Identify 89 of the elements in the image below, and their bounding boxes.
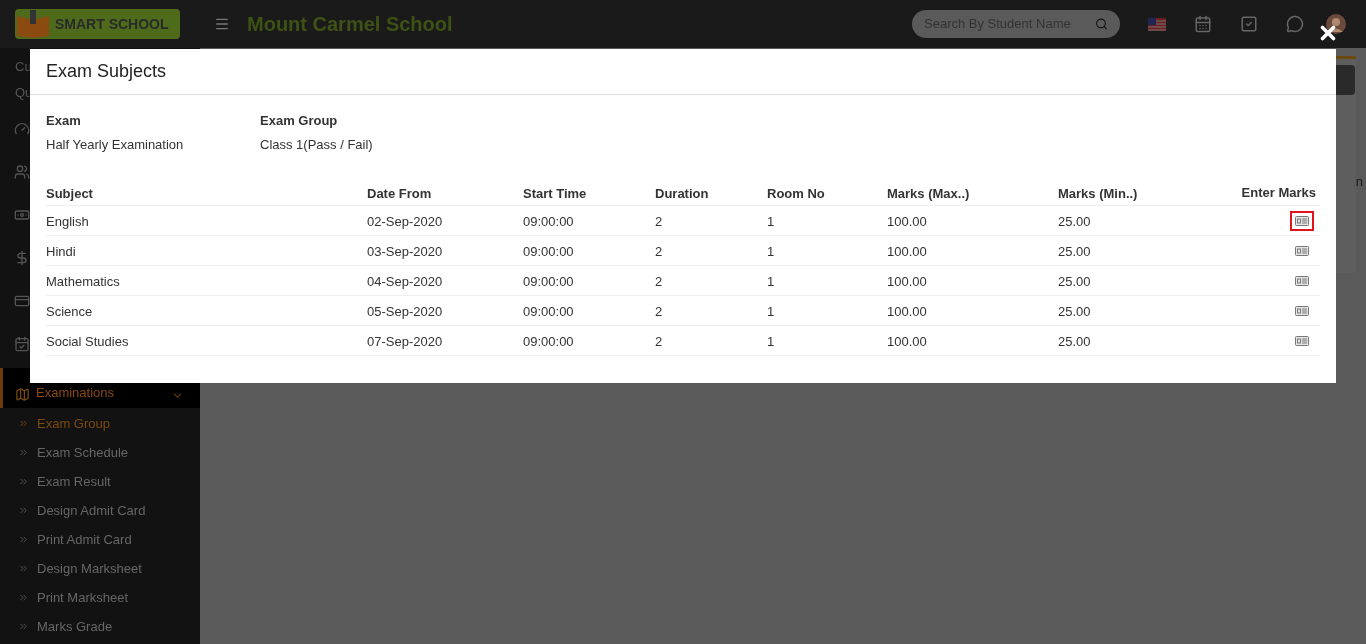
table-cell: 25.00 — [1058, 243, 1091, 259]
search-icon[interactable] — [1095, 17, 1108, 31]
column-header: Subject — [46, 185, 93, 201]
sidebar-item[interactable]: Print Marksheet — [0, 583, 200, 612]
table-cell: 25.00 — [1058, 273, 1091, 289]
checkbox-icon[interactable] — [1240, 15, 1258, 33]
info-value: Half Yearly Examination — [46, 135, 185, 154]
avatar[interactable] — [1326, 14, 1346, 34]
table-cell: 2 — [655, 213, 663, 229]
table-cell: 100.00 — [887, 213, 927, 229]
info-label: Exam — [46, 112, 82, 130]
sidebar-item[interactable]: Design Admit Card — [0, 496, 200, 525]
column-header: Enter Marks — [1241, 183, 1316, 202]
double-chevron-icon — [18, 505, 29, 516]
sidebar-item[interactable]: Exam Schedule — [0, 438, 200, 467]
school-name: Mount Carmel School — [247, 12, 453, 37]
column-header: Marks (Min..) — [1058, 185, 1138, 201]
sidebar-item[interactable]: Exam Group — [0, 409, 200, 438]
sidebar-item[interactable]: Marks Grade — [0, 612, 200, 641]
map-icon — [15, 387, 30, 402]
table-cell: 100.00 — [887, 243, 927, 259]
column-header: Date From — [367, 185, 432, 201]
info-label: Exam Group — [260, 112, 339, 130]
sidebar-item[interactable]: Print Admit Card — [0, 525, 200, 554]
sidebar-icon[interactable] — [14, 293, 30, 309]
sidebar-icon[interactable] — [14, 207, 30, 223]
double-chevron-icon — [18, 418, 29, 429]
book-icon — [15, 10, 51, 38]
table-cell: 1 — [767, 213, 775, 229]
table-cell: 02-Sep-2020 — [367, 213, 443, 229]
table-cell: 2 — [655, 333, 663, 349]
table-cell: 100.00 — [887, 333, 927, 349]
table-cell: 100.00 — [887, 303, 927, 319]
table-cell: 25.00 — [1058, 333, 1091, 349]
sidebar-icon[interactable] — [14, 121, 30, 137]
logo[interactable]: SMART SCHOOL — [15, 9, 180, 39]
table-cell: 1 — [767, 273, 775, 289]
double-chevron-icon — [18, 621, 29, 632]
id-card-icon[interactable] — [1295, 245, 1309, 256]
id-card-icon[interactable] — [1295, 275, 1309, 286]
double-chevron-icon — [18, 563, 29, 574]
panel-text: n — [1355, 173, 1363, 191]
double-chevron-icon — [18, 476, 29, 487]
sidebar-icon[interactable] — [14, 164, 30, 180]
table-cell: 09:00:00 — [523, 213, 574, 229]
sidebar-item[interactable]: Exam Result — [0, 467, 200, 496]
column-header: Start Time — [523, 185, 587, 201]
table-cell: 1 — [767, 333, 775, 349]
table-cell: 25.00 — [1058, 213, 1091, 229]
table-cell: 1 — [767, 243, 775, 259]
table-cell: 05-Sep-2020 — [367, 303, 443, 319]
table-cell: 07-Sep-2020 — [367, 333, 443, 349]
sidebar-icon[interactable] — [14, 336, 30, 352]
double-chevron-icon — [18, 534, 29, 545]
table-cell: English — [46, 213, 89, 229]
table-cell: Hindi — [46, 243, 76, 259]
table-cell: 09:00:00 — [523, 303, 574, 319]
id-card-icon[interactable] — [1295, 215, 1309, 226]
table-cell: 09:00:00 — [523, 243, 574, 259]
table-cell: Science — [46, 303, 93, 319]
table-cell: 03-Sep-2020 — [367, 243, 443, 259]
menu-icon[interactable] — [214, 16, 230, 32]
table-cell: 2 — [655, 273, 663, 289]
column-header: Marks (Max..) — [887, 185, 970, 201]
chat-icon[interactable] — [1286, 15, 1304, 33]
marks-button[interactable] — [1290, 210, 1314, 231]
table-cell: 2 — [655, 243, 663, 259]
table-cell: 100.00 — [887, 273, 927, 289]
logo-text: SMART SCHOOL — [55, 14, 169, 34]
flag-icon[interactable] — [1148, 17, 1166, 31]
modal-title: Exam Subjects — [46, 60, 167, 83]
table-cell: Mathematics — [46, 273, 120, 289]
double-chevron-icon — [18, 447, 29, 458]
column-header: Duration — [655, 185, 709, 201]
info-value: Class 1(Pass / Fail) — [260, 135, 373, 154]
id-card-icon[interactable] — [1295, 305, 1309, 316]
double-chevron-icon — [18, 592, 29, 603]
table-cell: 2 — [655, 303, 663, 319]
id-card-icon[interactable] — [1295, 335, 1309, 346]
table-cell: 1 — [767, 303, 775, 319]
table-cell: 09:00:00 — [523, 333, 574, 349]
table-cell: 04-Sep-2020 — [367, 273, 443, 289]
table-cell: 25.00 — [1058, 303, 1091, 319]
table-cell: Social Studies — [46, 333, 129, 349]
sidebar-item[interactable]: Design Marksheet — [0, 554, 200, 583]
table-cell: 09:00:00 — [523, 273, 574, 289]
sidebar-icon[interactable] — [14, 250, 30, 266]
column-header: Room No — [767, 185, 825, 201]
calendar-icon[interactable] — [1194, 15, 1212, 33]
